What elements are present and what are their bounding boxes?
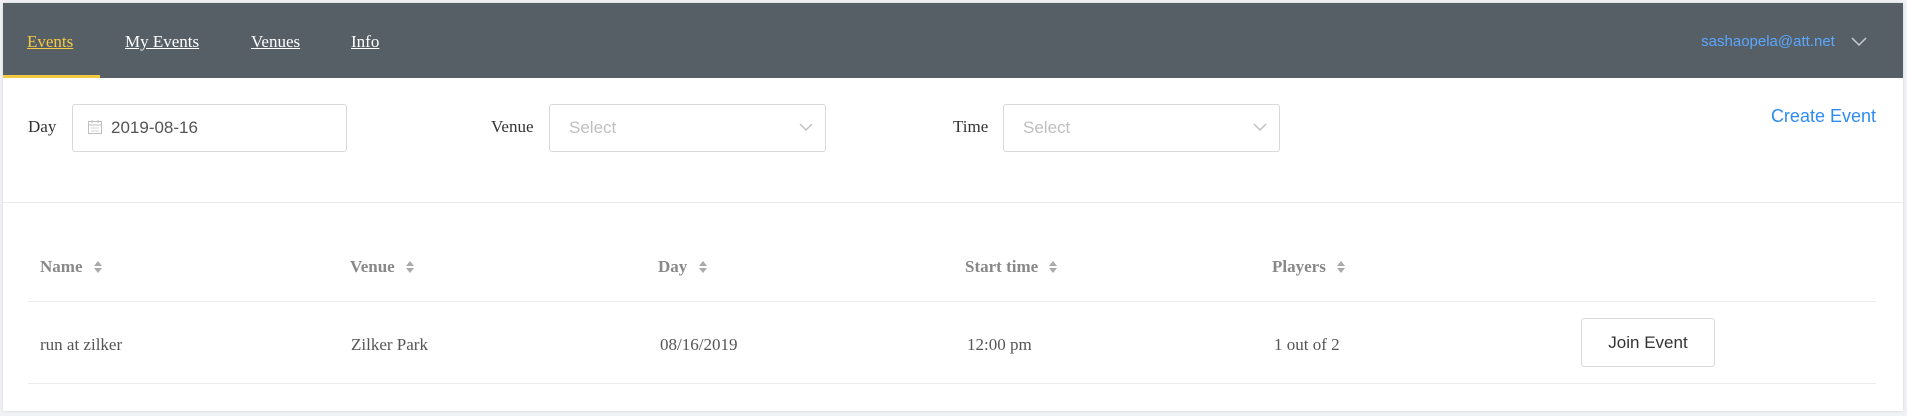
sort-icon — [93, 260, 102, 273]
cell-players: 1 out of 2 — [1274, 335, 1340, 354]
column-header-label: Venue — [350, 257, 395, 276]
day-value: 2019-08-16 — [111, 118, 198, 137]
chevron-down-icon — [799, 123, 813, 131]
column-header-label: Name — [40, 257, 83, 276]
create-event-link[interactable]: Create Event — [1771, 106, 1876, 127]
column-header-players[interactable]: Players — [1272, 257, 1346, 277]
user-menu[interactable]: sashaopela@att.net — [1701, 3, 1867, 78]
column-header-venue[interactable]: Venue — [350, 257, 415, 277]
column-header-label: Players — [1272, 257, 1326, 276]
section-divider — [3, 202, 1903, 203]
time-select[interactable]: Select — [1003, 104, 1280, 152]
nav-venues[interactable]: Venues — [251, 3, 300, 78]
chevron-down-icon — [1253, 123, 1267, 131]
top-navbar: Events My Events Venues Info sashaopela@… — [3, 3, 1903, 78]
user-email: sashaopela@att.net — [1701, 33, 1835, 50]
cell-start-time: 12:00 pm — [967, 335, 1032, 354]
calendar-icon — [88, 120, 102, 134]
nav-events[interactable]: Events — [27, 3, 73, 78]
cell-venue: Zilker Park — [351, 335, 428, 354]
sort-icon — [698, 260, 707, 273]
column-header-start-time[interactable]: Start time — [965, 257, 1058, 277]
day-label: Day — [28, 117, 57, 136]
cell-day: 08/16/2019 — [660, 335, 738, 354]
nav-my-events[interactable]: My Events — [125, 3, 199, 78]
sort-icon — [1049, 260, 1058, 273]
time-select-placeholder: Select — [1023, 118, 1071, 137]
column-header-name[interactable]: Name — [40, 257, 103, 277]
column-header-day[interactable]: Day — [658, 257, 708, 277]
time-label: Time — [953, 117, 989, 136]
column-header-label: Day — [658, 257, 688, 276]
venue-select[interactable]: Select — [549, 104, 826, 152]
venue-label: Venue — [491, 117, 534, 136]
table-header-divider — [28, 301, 1876, 302]
sort-icon — [1337, 260, 1346, 273]
join-event-button[interactable]: Join Event — [1581, 318, 1715, 367]
day-date-picker[interactable]: 2019-08-16 — [72, 104, 347, 152]
column-header-label: Start time — [965, 257, 1039, 276]
nav-info[interactable]: Info — [351, 3, 379, 78]
main-card: Events My Events Venues Info sashaopela@… — [3, 3, 1903, 411]
venue-select-placeholder: Select — [569, 118, 617, 137]
chevron-down-icon — [1851, 37, 1867, 47]
cell-name: run at zilker — [40, 335, 123, 354]
sort-icon — [405, 260, 414, 273]
active-tab-indicator — [3, 75, 100, 78]
table-row-divider — [28, 383, 1876, 384]
